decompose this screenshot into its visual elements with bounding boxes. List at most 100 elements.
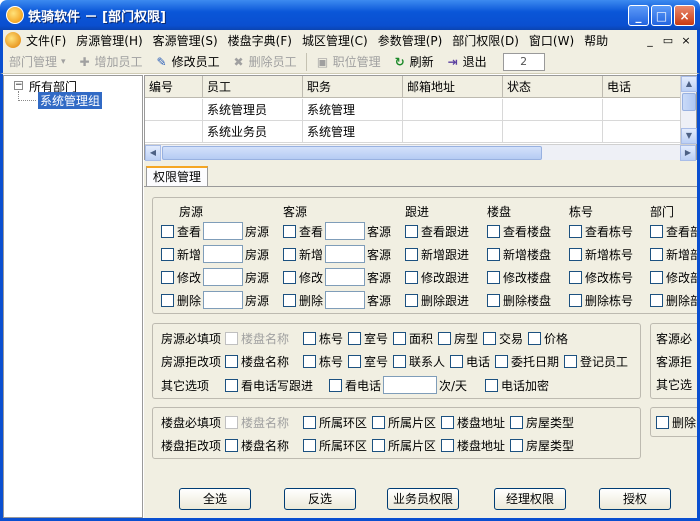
grid-vertical-scrollbar[interactable]: ▲ ▼ <box>680 76 697 144</box>
scroll-down-icon[interactable]: ▼ <box>681 128 697 144</box>
col-header-phone[interactable]: 电话 <box>603 76 681 97</box>
grid-horizontal-scrollbar[interactable]: ◀ ▶ <box>145 144 696 161</box>
manager-permission-button[interactable]: 经理权限 <box>494 488 566 510</box>
menu-dept-perm[interactable]: 部门权限(D) <box>447 32 524 49</box>
delete-checkbox[interactable] <box>656 416 669 429</box>
building-add-checkbox[interactable] <box>487 247 500 261</box>
close-button[interactable]: × <box>674 5 695 26</box>
table-row[interactable]: 系统管理员 系统管理 <box>145 99 681 121</box>
client-view-input[interactable] <box>325 222 365 240</box>
unit-add-checkbox[interactable] <box>569 247 582 261</box>
house-delete-checkbox[interactable] <box>161 293 174 307</box>
lp-rej-type-checkbox[interactable] <box>510 439 523 452</box>
client-delete-checkbox[interactable] <box>283 293 296 307</box>
mdi-minimize-button[interactable]: _ <box>643 34 657 47</box>
staff-permission-button[interactable]: 业务员权限 <box>387 488 459 510</box>
phone-limit-input[interactable] <box>383 376 437 394</box>
delete-staff-button[interactable]: ✖ 删除员工 <box>226 51 303 73</box>
client-add-checkbox[interactable] <box>283 247 296 261</box>
menu-help[interactable]: 帮助 <box>579 32 613 49</box>
table-row[interactable]: 系统业务员 系统管理 <box>145 121 681 143</box>
house-view-input[interactable] <box>203 222 243 240</box>
unit-view-checkbox[interactable] <box>569 224 582 238</box>
scroll-thumb[interactable] <box>682 93 696 111</box>
menu-house[interactable]: 房源管理(H) <box>71 32 147 49</box>
req-room-checkbox[interactable] <box>348 332 361 345</box>
rej-contact-checkbox[interactable] <box>393 355 406 368</box>
col-header-email[interactable]: 邮箱地址 <box>403 76 503 97</box>
lp-rej-area-checkbox[interactable] <box>372 439 385 452</box>
menu-params[interactable]: 参数管理(P) <box>373 32 448 49</box>
house-add-input[interactable] <box>203 245 243 263</box>
req-price-checkbox[interactable] <box>528 332 541 345</box>
edit-staff-button[interactable]: ✎ 修改员工 <box>149 51 226 73</box>
unit-delete-checkbox[interactable] <box>569 293 582 307</box>
dept-edit-checkbox[interactable] <box>650 270 663 284</box>
lp-req-ring-checkbox[interactable] <box>303 416 316 429</box>
building-edit-checkbox[interactable] <box>487 270 500 284</box>
invert-selection-button[interactable]: 反选 <box>284 488 356 510</box>
tree-node-system-admin-group[interactable]: 系统管理组 <box>38 92 103 109</box>
page-number-field[interactable]: 2 <box>502 52 545 71</box>
menu-building-dict[interactable]: 楼盘字典(F) <box>223 32 297 49</box>
house-delete-input[interactable] <box>203 291 243 309</box>
house-edit-input[interactable] <box>203 268 243 286</box>
rej-entrust-date-checkbox[interactable] <box>495 355 508 368</box>
req-unit-checkbox[interactable] <box>303 332 316 345</box>
phone-encrypt-checkbox[interactable] <box>485 378 498 392</box>
scroll-left-icon[interactable]: ◀ <box>145 145 161 161</box>
mdi-close-button[interactable]: × <box>679 34 693 47</box>
lp-req-type-checkbox[interactable] <box>510 416 523 429</box>
minimize-button[interactable]: _ <box>628 5 649 26</box>
lp-req-area-checkbox[interactable] <box>372 416 385 429</box>
req-layout-checkbox[interactable] <box>438 332 451 345</box>
dept-view-checkbox[interactable] <box>650 224 663 238</box>
client-view-checkbox[interactable] <box>283 224 296 238</box>
lp-rej-name-checkbox[interactable] <box>225 439 238 452</box>
tab-permission-manage[interactable]: 权限管理 <box>146 166 209 187</box>
building-delete-checkbox[interactable] <box>487 293 500 307</box>
client-delete-input[interactable] <box>325 291 365 309</box>
lp-req-name-checkbox[interactable] <box>225 416 238 429</box>
client-edit-checkbox[interactable] <box>283 270 296 284</box>
building-view-checkbox[interactable] <box>487 224 500 238</box>
scroll-up-icon[interactable]: ▲ <box>681 76 697 92</box>
view-phone-checkbox[interactable] <box>329 378 342 392</box>
menu-client[interactable]: 客源管理(S) <box>148 32 223 49</box>
select-all-button[interactable]: 全选 <box>179 488 251 510</box>
dept-manage-button[interactable]: 部门管理 ▾ <box>3 51 72 73</box>
client-edit-input[interactable] <box>325 268 365 286</box>
followup-delete-checkbox[interactable] <box>405 293 418 307</box>
req-area-checkbox[interactable] <box>393 332 406 345</box>
col-header-position[interactable]: 职务 <box>303 76 403 97</box>
lp-rej-address-checkbox[interactable] <box>441 439 454 452</box>
client-add-input[interactable] <box>325 245 365 263</box>
exit-button[interactable]: ⇥ 退出 <box>440 51 493 73</box>
unit-edit-checkbox[interactable] <box>569 270 582 284</box>
menu-file[interactable]: 文件(F) <box>21 32 71 49</box>
refresh-button[interactable]: ↻ 刷新 <box>387 51 440 73</box>
menu-district[interactable]: 城区管理(C) <box>297 32 373 49</box>
house-add-checkbox[interactable] <box>161 247 174 261</box>
followup-add-checkbox[interactable] <box>405 247 418 261</box>
rej-building-name-checkbox[interactable] <box>225 355 238 368</box>
maximize-button[interactable]: □ <box>651 5 672 26</box>
req-trade-checkbox[interactable] <box>483 332 496 345</box>
col-header-staff[interactable]: 员工 <box>203 76 303 97</box>
dept-add-checkbox[interactable] <box>650 247 663 261</box>
house-edit-checkbox[interactable] <box>161 270 174 284</box>
col-header-id[interactable]: 编号 <box>145 76 203 97</box>
req-building-name-checkbox[interactable] <box>225 332 238 345</box>
grant-button[interactable]: 授权 <box>599 488 671 510</box>
add-staff-button[interactable]: ✚ 增加员工 <box>72 51 149 73</box>
tree-collapse-icon[interactable]: − <box>14 81 23 90</box>
mdi-restore-button[interactable]: ▭ <box>661 34 675 47</box>
followup-view-checkbox[interactable] <box>405 224 418 238</box>
position-manage-button[interactable]: ▣ 职位管理 <box>310 51 387 73</box>
scroll-right-icon[interactable]: ▶ <box>680 145 696 161</box>
dept-delete-checkbox[interactable] <box>650 293 663 307</box>
followup-edit-checkbox[interactable] <box>405 270 418 284</box>
app-menu-icon[interactable] <box>5 32 21 48</box>
lp-rej-ring-checkbox[interactable] <box>303 439 316 452</box>
phone-followup-checkbox[interactable] <box>225 378 238 392</box>
